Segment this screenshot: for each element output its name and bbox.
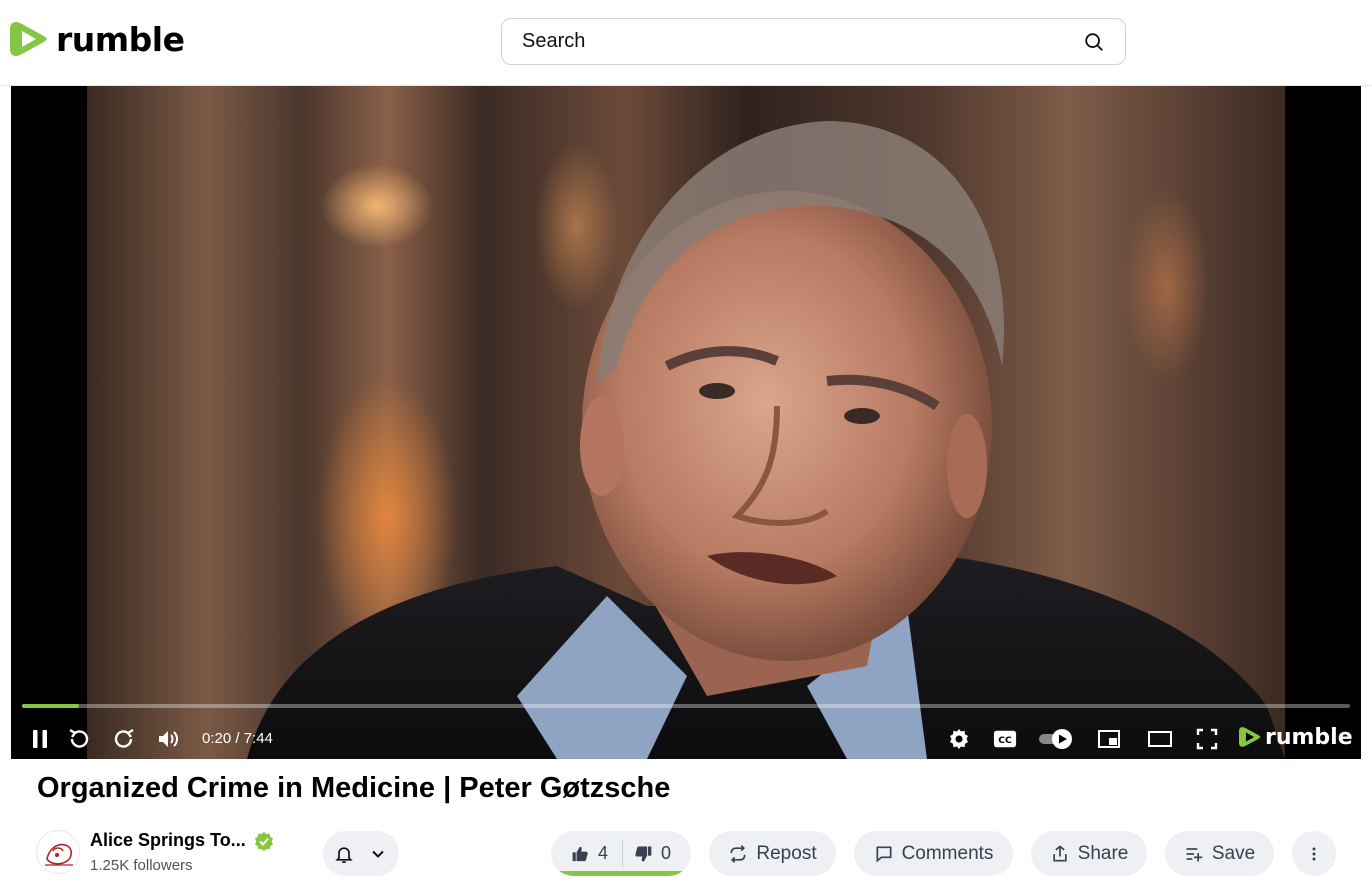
comment-icon bbox=[876, 846, 892, 862]
volume-icon bbox=[159, 731, 178, 747]
more-vertical-icon bbox=[1312, 847, 1316, 860]
logo-text: rumble bbox=[56, 19, 185, 59]
search-input[interactable] bbox=[522, 30, 1083, 53]
settings-icon bbox=[950, 729, 968, 749]
video-speaker-image bbox=[247, 121, 1285, 759]
rumble-play-icon bbox=[10, 22, 47, 56]
settings-button[interactable] bbox=[946, 726, 972, 752]
player-rumble-logo[interactable]: rumble bbox=[1239, 724, 1353, 750]
captions-icon: CC bbox=[993, 730, 1017, 748]
forward-button[interactable] bbox=[111, 726, 137, 752]
channel-info[interactable]: Alice Springs To... 1.25K followers bbox=[36, 830, 274, 874]
bell-icon bbox=[335, 846, 353, 863]
share-label: Share bbox=[1077, 842, 1129, 864]
channel-avatar-image bbox=[38, 832, 79, 873]
theater-icon bbox=[1148, 731, 1172, 747]
save-button[interactable]: Save bbox=[1165, 831, 1274, 876]
player-controls: 0:20 / 7:44 CC rumble bbox=[11, 716, 1361, 759]
pip-icon bbox=[1098, 730, 1120, 748]
share-button[interactable]: Share bbox=[1031, 831, 1147, 876]
comments-button[interactable]: Comments bbox=[854, 831, 1013, 876]
pause-button[interactable] bbox=[27, 726, 53, 752]
chevron-down-icon bbox=[372, 850, 384, 858]
video-frame bbox=[87, 86, 1285, 759]
playlist-add-icon bbox=[1186, 847, 1203, 861]
search-icon[interactable] bbox=[1083, 31, 1105, 53]
theater-button[interactable] bbox=[1147, 726, 1173, 752]
fullscreen-icon bbox=[1196, 728, 1218, 750]
vote-ratio-bar bbox=[551, 871, 691, 876]
like-count: 4 bbox=[597, 843, 608, 863]
thumbs-down-icon bbox=[635, 846, 652, 861]
thumbs-up-icon bbox=[572, 846, 588, 861]
like-button[interactable]: 4 bbox=[551, 839, 623, 868]
svg-text:CC: CC bbox=[998, 735, 1012, 746]
player-logo-text: rumble bbox=[1265, 724, 1353, 750]
dislike-button[interactable]: 0 bbox=[623, 831, 685, 876]
repost-label: Repost bbox=[756, 842, 817, 864]
rewind-icon bbox=[69, 728, 89, 748]
dislike-count: 0 bbox=[661, 843, 672, 863]
followers-count: 1.25K followers bbox=[90, 857, 193, 874]
vote-buttons: 4 0 bbox=[551, 831, 691, 876]
comments-label: Comments bbox=[901, 842, 994, 864]
video-title: Organized Crime in Medicine | Peter Gøtz… bbox=[37, 772, 671, 804]
save-label: Save bbox=[1211, 842, 1256, 864]
more-options-button[interactable] bbox=[1292, 831, 1336, 876]
video-player[interactable]: 0:20 / 7:44 CC rumble bbox=[11, 86, 1361, 759]
autoplay-toggle[interactable] bbox=[1038, 726, 1076, 752]
time-display: 0:20 / 7:44 bbox=[202, 730, 273, 747]
avatar[interactable] bbox=[36, 830, 80, 874]
repost-icon bbox=[730, 844, 746, 863]
channel-name[interactable]: Alice Springs To... bbox=[90, 830, 246, 851]
progress-bar[interactable] bbox=[22, 704, 1350, 708]
progress-fill bbox=[22, 704, 80, 708]
pip-button[interactable] bbox=[1096, 726, 1122, 752]
notification-dropdown[interactable] bbox=[323, 831, 399, 876]
autoplay-toggle-icon bbox=[1039, 729, 1072, 749]
rumble-play-icon bbox=[1239, 727, 1261, 747]
forward-icon bbox=[114, 728, 134, 748]
verified-icon bbox=[254, 831, 273, 851]
site-header: rumble bbox=[0, 0, 1372, 86]
rumble-logo[interactable]: rumble bbox=[10, 18, 185, 60]
repost-button[interactable]: Repost bbox=[709, 831, 836, 876]
captions-button[interactable]: CC bbox=[992, 726, 1018, 752]
share-icon bbox=[1052, 844, 1067, 861]
volume-button[interactable] bbox=[155, 726, 181, 752]
rewind-button[interactable] bbox=[66, 726, 92, 752]
pause-icon bbox=[33, 730, 47, 748]
search-bar[interactable] bbox=[501, 18, 1126, 65]
fullscreen-button[interactable] bbox=[1194, 726, 1220, 752]
